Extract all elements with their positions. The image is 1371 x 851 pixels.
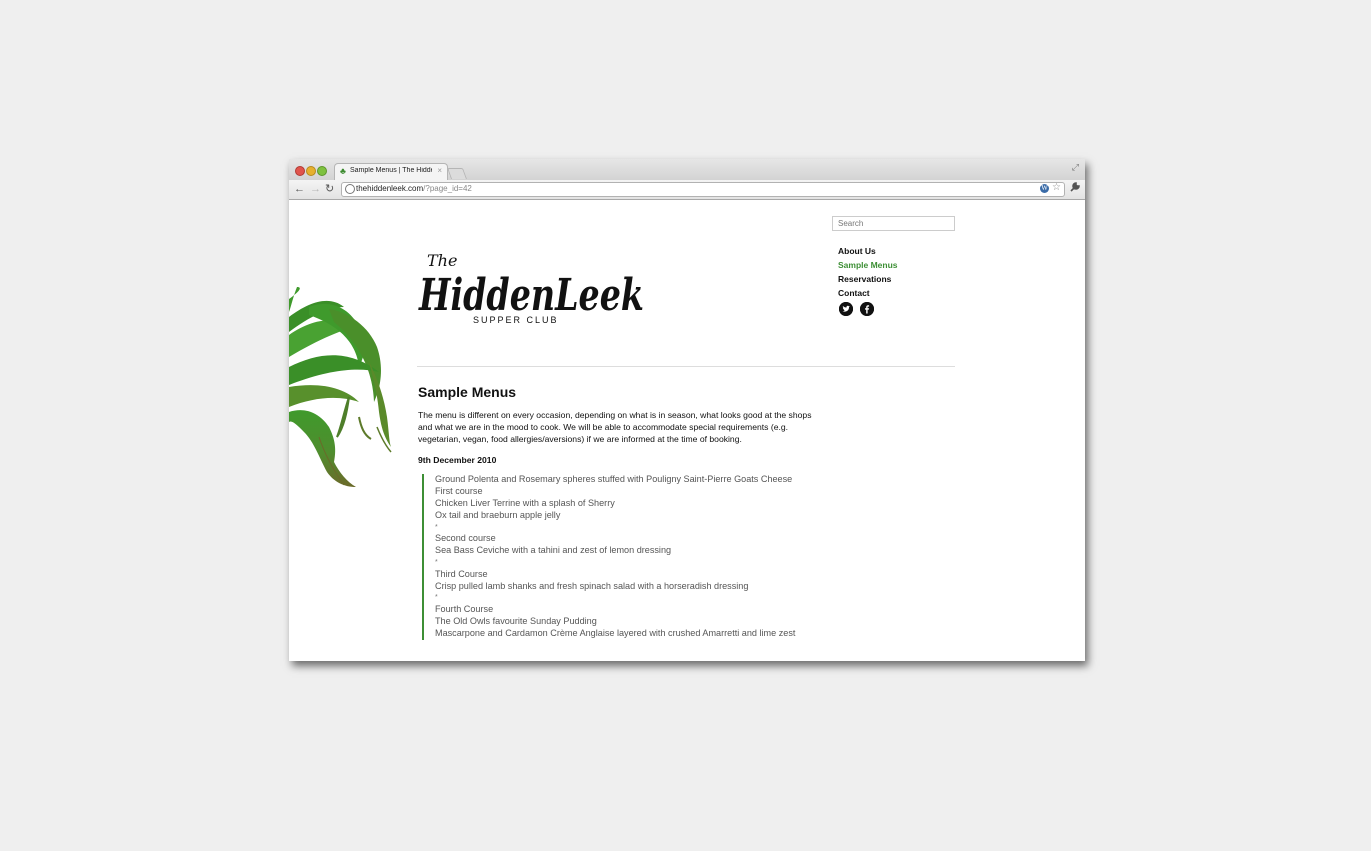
window-zoom-button[interactable]: [317, 166, 327, 176]
menu-separator: *: [435, 558, 438, 566]
page-title: Sample Menus: [418, 384, 517, 400]
wordpress-extension-icon[interactable]: W: [1040, 184, 1049, 193]
main-nav: About Us Sample Menus Reservations Conta…: [838, 244, 898, 300]
back-button[interactable]: ←: [294, 182, 305, 196]
menu-line: The Old Owls favourite Sunday Pudding: [435, 615, 597, 626]
fullscreen-icon[interactable]: ⤢: [1072, 162, 1079, 173]
forward-button[interactable]: →: [310, 182, 321, 196]
window-close-button[interactable]: [295, 166, 305, 176]
site-logo[interactable]: The HiddenLeek SUPPER CLUB: [417, 248, 647, 328]
leek-favicon-icon: ♣: [340, 166, 346, 176]
search-input[interactable]: [832, 216, 955, 231]
menu-date: 9th December 2010: [418, 455, 497, 466]
menu-line: First course: [435, 486, 483, 497]
title-bar: ♣ Sample Menus | The Hidden Leek × ⤢: [289, 159, 1085, 181]
new-tab-button[interactable]: [446, 168, 468, 179]
menu-line: Chicken Liver Terrine with a splash of S…: [435, 497, 615, 508]
nav-item-sample-menus[interactable]: Sample Menus: [838, 258, 898, 272]
menu-line: Ground Polenta and Rosemary spheres stuf…: [435, 474, 793, 485]
nav-item-contact[interactable]: Contact: [838, 286, 898, 300]
logo-the: The: [427, 251, 457, 270]
url-path: /?page_id=42: [423, 184, 472, 193]
intro-paragraph: The menu is different on every occasion,…: [418, 410, 812, 444]
bookmark-star-icon[interactable]: ☆: [1052, 182, 1061, 193]
menu-line: Sea Bass Ceviche with a tahini and zest …: [435, 545, 672, 556]
menu-line: Third Course: [435, 568, 488, 579]
menu-line: Ox tail and braeburn apple jelly: [435, 509, 561, 520]
address-url[interactable]: thehiddenleek.com/?page_id=42: [356, 184, 472, 193]
menu-line: Crisp pulled lamb shanks and fresh spina…: [435, 580, 749, 591]
web-page: The HiddenLeek SUPPER CLUB About Us Samp…: [289, 200, 1085, 661]
logo-name: HiddenLeek: [417, 270, 644, 321]
menu-line: Mascarpone and Cardamon Crème Anglaise l…: [435, 627, 796, 638]
nav-item-about-us[interactable]: About Us: [838, 244, 898, 258]
page-info-icon[interactable]: [345, 184, 355, 194]
facebook-icon[interactable]: [860, 302, 875, 316]
browser-toolbar: ← → ↻ thehiddenleek.com/?page_id=42 W ☆: [289, 180, 1085, 200]
url-host: thehiddenleek.com: [356, 184, 424, 193]
nav-item-reservations[interactable]: Reservations: [838, 272, 898, 286]
tab-title: Sample Menus | The Hidden Leek: [350, 167, 432, 174]
menu-separator: *: [435, 523, 438, 531]
menu-separator: *: [435, 594, 438, 602]
address-bar[interactable]: thehiddenleek.com/?page_id=42 W ☆: [341, 182, 1065, 197]
menu-line: Second course: [435, 533, 496, 544]
header-divider: [417, 366, 955, 367]
reload-button[interactable]: ↻: [325, 182, 334, 196]
browser-window: ♣ Sample Menus | The Hidden Leek × ⤢ ← →…: [289, 159, 1085, 661]
twitter-icon[interactable]: [839, 302, 853, 316]
social-links: [839, 302, 877, 320]
menu-blockquote: Ground Polenta and Rosemary spheres stuf…: [422, 474, 813, 640]
menu-line: Fourth Course: [435, 604, 494, 615]
leek-illustration-icon: [289, 287, 392, 487]
logo-subtitle: SUPPER CLUB: [473, 315, 559, 325]
main-content: Sample Menus The menu is different on ev…: [418, 384, 813, 640]
window-minimize-button[interactable]: [306, 166, 316, 176]
tab-close-icon[interactable]: ×: [437, 166, 442, 175]
wrench-menu-icon[interactable]: [1070, 182, 1080, 195]
browser-tab[interactable]: ♣ Sample Menus | The Hidden Leek ×: [334, 163, 448, 181]
